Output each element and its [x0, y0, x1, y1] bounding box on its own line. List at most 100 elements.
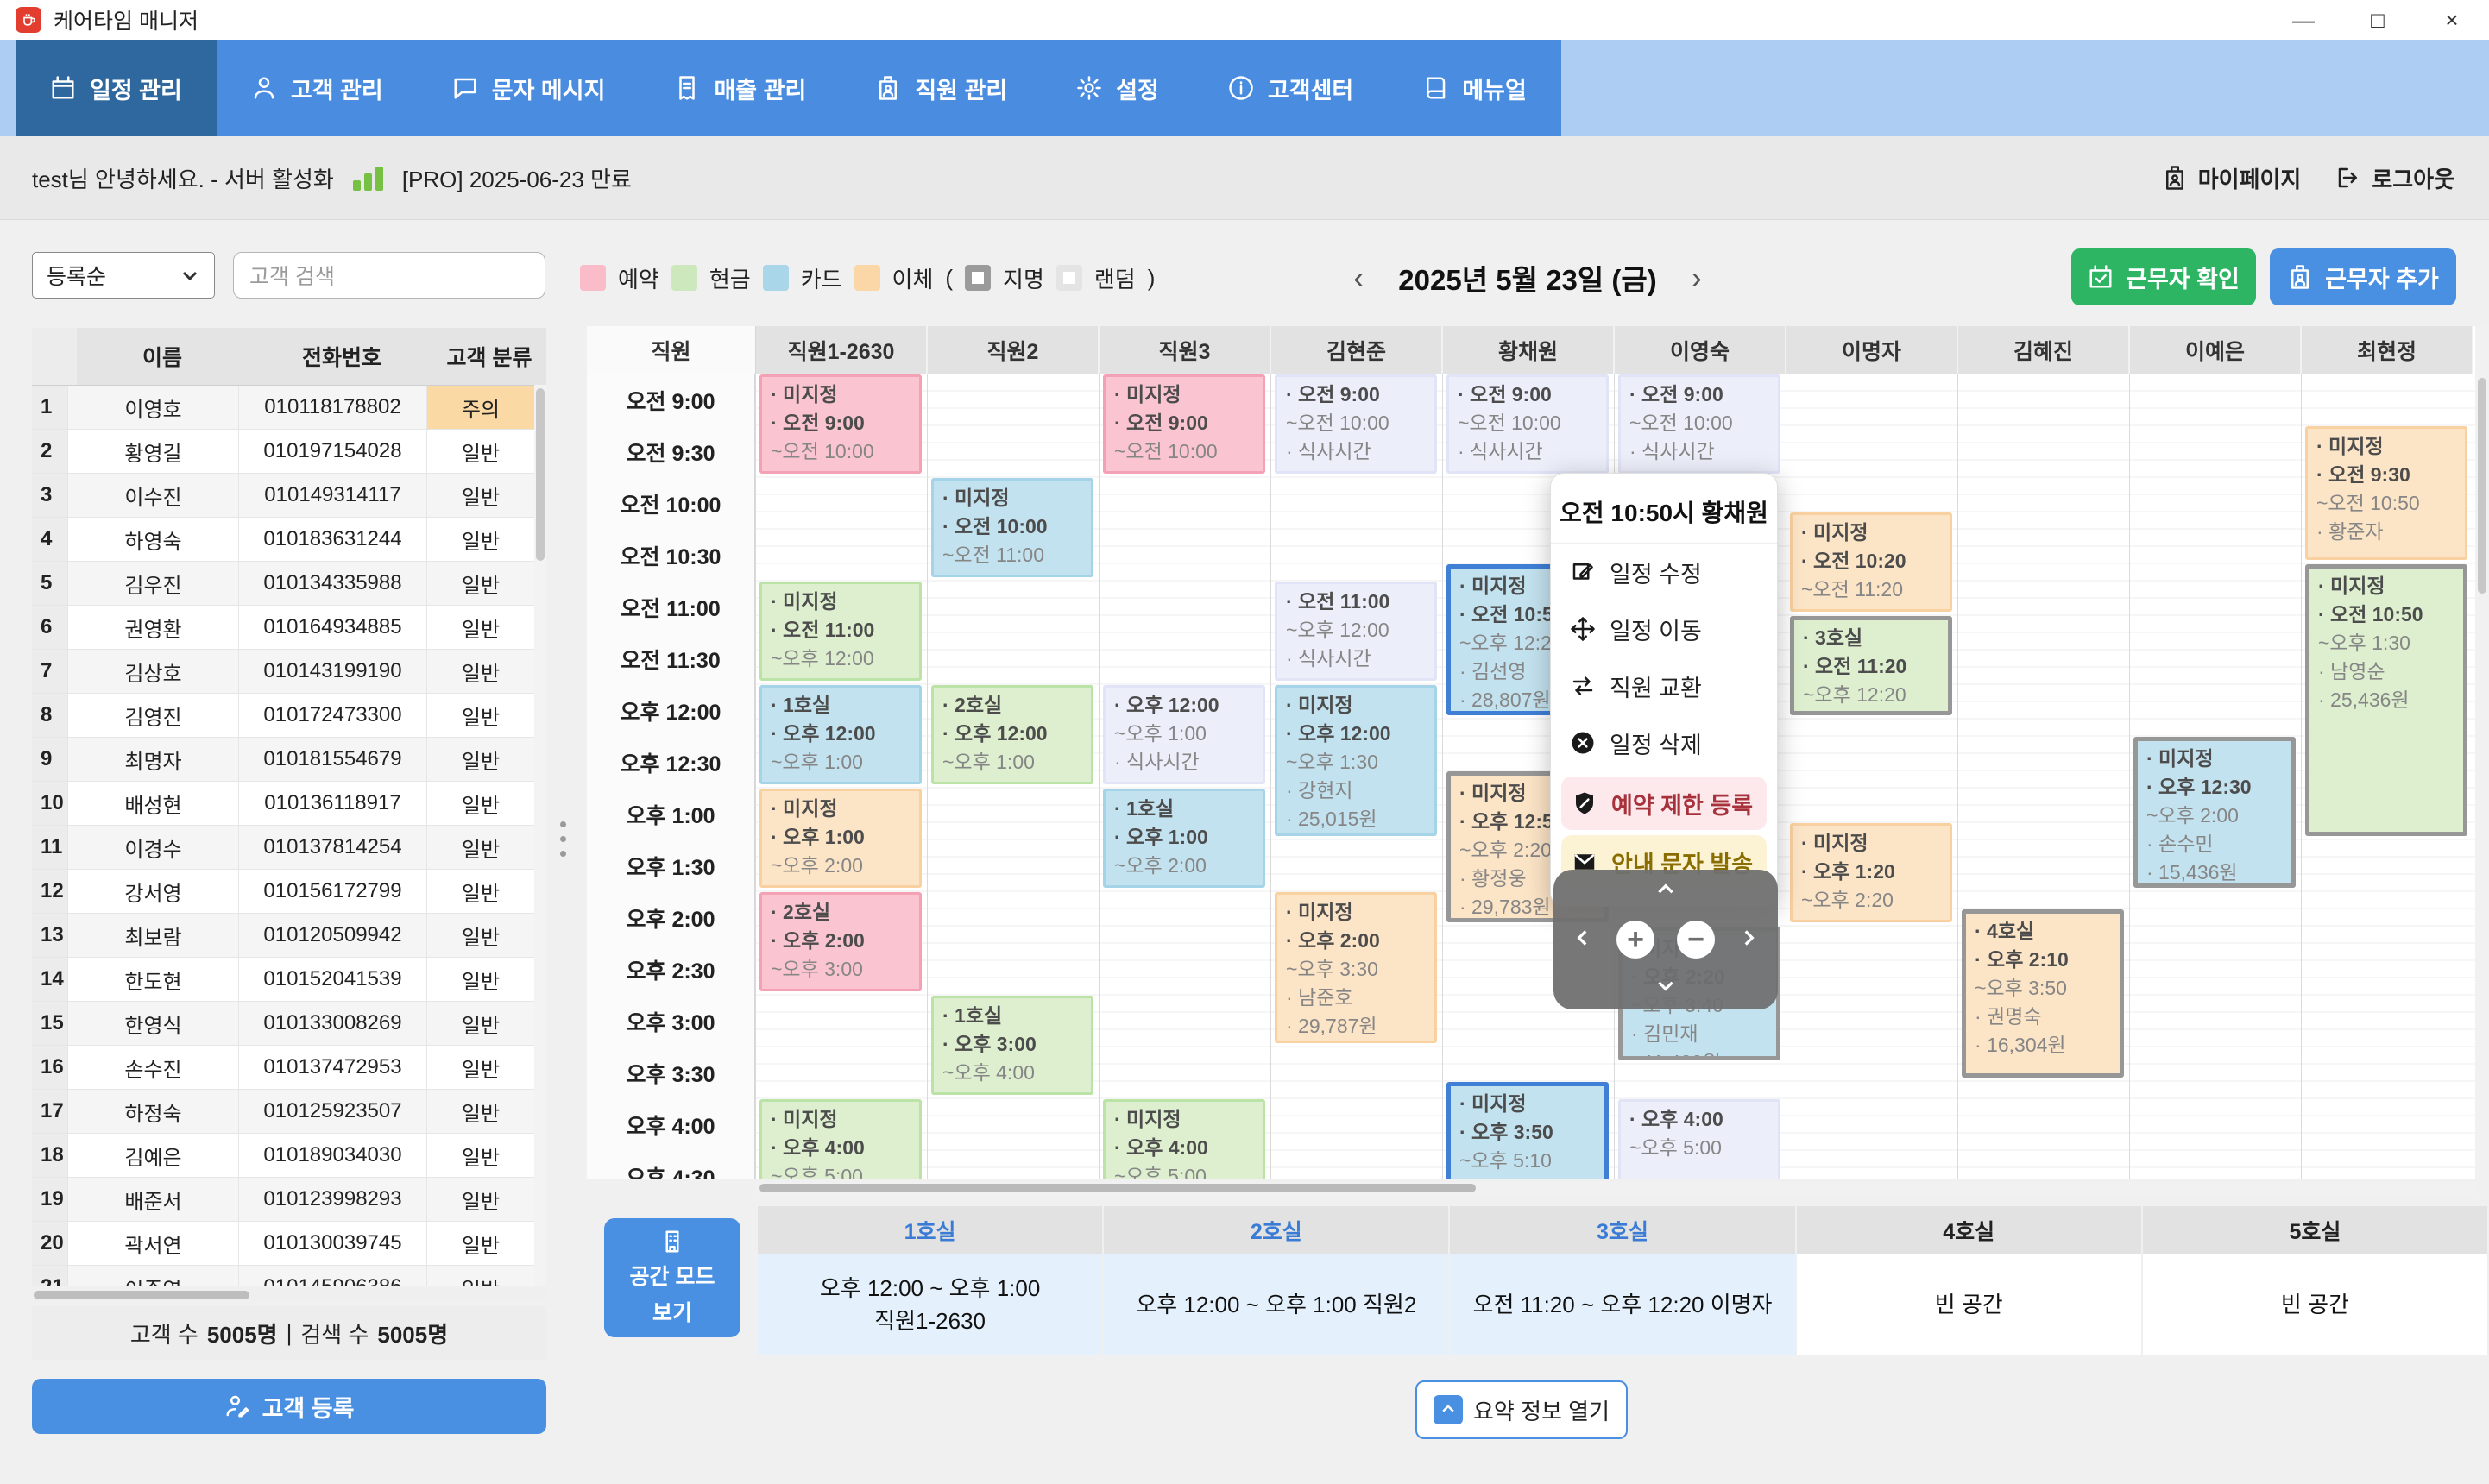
table-row[interactable]: 20곽서연010130039745일반 — [32, 1222, 546, 1266]
appointment-block[interactable]: · 1호실· 오후 1:00~오후 2:00 — [1103, 789, 1265, 888]
mypage-button[interactable]: 마이페이지 — [2162, 162, 2302, 194]
table-row[interactable]: 16손수진010137472953일반 — [32, 1046, 546, 1090]
appointment-block[interactable]: · 3호실· 오전 11:20~오후 12:20 — [1790, 616, 1952, 715]
appointment-block[interactable]: · 오후 4:00~오후 5:00 — [1618, 1099, 1780, 1179]
zoom-in-button[interactable]: + — [1616, 921, 1654, 959]
appointment-block[interactable]: · 오전 11:00~오후 12:00· 식사시간 — [1275, 582, 1437, 681]
table-row[interactable]: 15한영식010133008269일반 — [32, 1002, 546, 1046]
scroll-left-icon[interactable] — [1572, 927, 1594, 953]
staff-column-header[interactable]: 김혜진 — [1958, 326, 2130, 374]
nav-tab-설정[interactable]: 설정 — [1042, 40, 1194, 136]
scroll-down-icon[interactable] — [1654, 974, 1677, 1001]
appointment-block[interactable]: · 미지정· 오후 4:00~오후 5:00 — [1103, 1099, 1265, 1179]
appointment-block[interactable]: · 미지정· 오전 10:20~오전 11:20 — [1790, 512, 1952, 612]
zoom-out-button[interactable]: − — [1677, 921, 1715, 959]
summary-open-button[interactable]: 요약 정보 열기 — [1415, 1380, 1628, 1439]
worker-check-button[interactable]: 근무자 확인 — [2071, 248, 2256, 305]
minimize-button[interactable]: — — [2266, 0, 2341, 40]
table-row[interactable]: 2황영길010197154028일반 — [32, 430, 546, 474]
next-day-button[interactable]: › — [1692, 262, 1702, 293]
scroll-up-icon[interactable] — [1654, 878, 1677, 905]
context-menu-item-직원 교환[interactable]: 직원 교환 — [1551, 657, 1777, 714]
table-row[interactable]: 21이준영010145906386일반 — [32, 1266, 546, 1286]
table-row[interactable]: 11이경수010137814254일반 — [32, 826, 546, 870]
room-booking-cell[interactable]: 오전 11:20 ~ 오후 12:20 이명자 — [1450, 1254, 1796, 1355]
room-booking-cell[interactable]: 빈 공간 — [1797, 1254, 2143, 1355]
table-row[interactable]: 10배성현010136118917일반 — [32, 782, 546, 826]
room-header-2호실[interactable]: 2호실 — [1104, 1206, 1450, 1254]
staff-column-header[interactable]: 김현준 — [1271, 326, 1443, 374]
staff-column-header[interactable]: 직원3 — [1100, 326, 1271, 374]
appointment-block[interactable]: · 미지정· 오후 1:20~오후 2:20 — [1790, 823, 1952, 922]
staff-column-header[interactable]: 이영숙 — [1615, 326, 1786, 374]
appointment-block[interactable]: · 2호실· 오후 2:00~오후 3:00 — [759, 892, 922, 991]
appointment-block[interactable]: · 미지정· 오후 4:00~오후 5:00 — [759, 1099, 922, 1179]
room-booking-cell[interactable]: 오후 12:00 ~ 오후 1:00직원1-2630 — [758, 1254, 1104, 1355]
room-header-3호실[interactable]: 3호실 — [1450, 1206, 1796, 1254]
customer-table-vscrollbar[interactable] — [534, 385, 546, 1286]
nav-tab-일정 관리[interactable]: 일정 관리 — [16, 40, 217, 136]
table-row[interactable]: 19배준서010123998293일반 — [32, 1178, 546, 1222]
table-row[interactable]: 4하영숙010183631244일반 — [32, 518, 546, 562]
appointment-block[interactable]: · 1호실· 오후 12:00~오후 1:00 — [759, 685, 922, 784]
customer-search-input[interactable]: 고객 검색 — [233, 252, 545, 299]
table-row[interactable]: 17하정숙010125923507일반 — [32, 1090, 546, 1134]
appointment-block[interactable]: · 미지정· 오후 3:50~오후 5:10 — [1446, 1082, 1609, 1179]
customer-register-button[interactable]: 고객 등록 — [32, 1379, 546, 1434]
room-booking-cell[interactable]: 오후 12:00 ~ 오후 1:00 직원2 — [1104, 1254, 1450, 1355]
staff-column-header[interactable]: 이예은 — [2130, 326, 2302, 374]
appointment-block[interactable]: · 2호실· 오후 12:00~오후 1:00 — [931, 685, 1093, 784]
table-row[interactable]: 3이수진010149314117일반 — [32, 474, 546, 518]
room-header-1호실[interactable]: 1호실 — [758, 1206, 1104, 1254]
nav-tab-매출 관리[interactable]: 매출 관리 — [640, 40, 841, 136]
context-menu-item-일정 수정[interactable]: 일정 수정 — [1551, 544, 1777, 601]
appointment-block[interactable]: · 미지정· 오후 2:00~오후 3:30· 남준호· 29,787원 — [1275, 892, 1437, 1043]
nav-tab-직원 관리[interactable]: 직원 관리 — [841, 40, 1042, 136]
table-row[interactable]: 1이영호010118178802주의 — [32, 386, 546, 430]
context-menu-item-예약 제한 등록[interactable]: 예약 제한 등록 — [1561, 777, 1767, 830]
appointment-block[interactable]: · 미지정· 오후 12:30~오후 2:00· 손수민· 15,436원 — [2133, 737, 2296, 888]
appointment-block[interactable]: · 미지정· 오전 10:00~오전 11:00 — [931, 478, 1093, 577]
table-row[interactable]: 6권영환010164934885일반 — [32, 606, 546, 650]
nav-tab-고객 관리[interactable]: 고객 관리 — [217, 40, 418, 136]
context-menu-item-일정 삭제[interactable]: 일정 삭제 — [1551, 714, 1777, 771]
appointment-block[interactable]: · 미지정· 오전 9:00~오전 10:00 — [759, 374, 922, 474]
appointment-block[interactable]: · 미지정· 오전 9:00~오전 10:00 — [1103, 374, 1265, 474]
staff-column-header[interactable]: 황채원 — [1443, 326, 1615, 374]
worker-add-button[interactable]: 근무자 추가 — [2270, 248, 2456, 305]
nav-tab-고객센터[interactable]: 고객센터 — [1194, 40, 1388, 136]
nav-tab-메뉴얼[interactable]: 메뉴얼 — [1388, 40, 1561, 136]
table-row[interactable]: 7김상호010143199190일반 — [32, 650, 546, 694]
appointment-block[interactable]: · 오전 9:00~오전 10:00· 식사시간 — [1618, 374, 1780, 474]
appointment-block[interactable]: · 4호실· 오후 2:10~오후 3:50· 권명숙· 16,304원 — [1962, 909, 2124, 1078]
scroll-right-icon[interactable] — [1737, 927, 1760, 953]
appointment-block[interactable]: · 오후 12:00~오후 1:00· 식사시간 — [1103, 685, 1265, 784]
schedule-hscrollbar[interactable] — [755, 1182, 2477, 1194]
appointment-block[interactable]: · 1호실· 오후 3:00~오후 4:00 — [931, 996, 1093, 1095]
table-row[interactable]: 13최보람010120509942일반 — [32, 914, 546, 958]
table-row[interactable]: 18김예은010189034030일반 — [32, 1134, 546, 1178]
context-menu-item-일정 이동[interactable]: 일정 이동 — [1551, 601, 1777, 657]
logout-button[interactable]: 로그아웃 — [2335, 162, 2454, 194]
room-booking-cell[interactable]: 빈 공간 — [2143, 1254, 2489, 1355]
customer-table-hscrollbar[interactable] — [32, 1289, 546, 1301]
staff-column-header[interactable]: 이명자 — [1786, 326, 1958, 374]
space-mode-button[interactable]: 공간 모드 보기 — [604, 1218, 740, 1337]
sort-dropdown[interactable]: 등록순 — [32, 252, 215, 299]
appointment-block[interactable]: · 오전 9:00~오전 10:00· 식사시간 — [1446, 374, 1609, 474]
appointment-block[interactable]: · 미지정· 오전 11:00~오후 12:00 — [759, 582, 922, 681]
appointment-block[interactable]: · 미지정· 오후 1:00~오후 2:00 — [759, 789, 922, 888]
appointment-block[interactable]: · 미지정· 오후 12:00~오후 1:30· 강현지· 25,015원 — [1275, 685, 1437, 836]
panel-splitter-handle[interactable] — [558, 821, 568, 857]
staff-column-header[interactable]: 직원2 — [928, 326, 1100, 374]
staff-column-header[interactable]: 직원1-2630 — [756, 326, 928, 374]
table-row[interactable]: 9최명자010181554679일반 — [32, 738, 546, 782]
nav-tab-문자 메시지[interactable]: 문자 메시지 — [418, 40, 640, 136]
close-button[interactable]: × — [2415, 0, 2489, 40]
table-row[interactable]: 8김영진010172473300일반 — [32, 694, 546, 738]
table-row[interactable]: 5김우진010134335988일반 — [32, 562, 546, 606]
appointment-block[interactable]: · 오전 9:00~오전 10:00· 식사시간 — [1275, 374, 1437, 474]
prev-day-button[interactable]: ‹ — [1353, 262, 1364, 293]
table-row[interactable]: 14한도현010152041539일반 — [32, 958, 546, 1002]
appointment-block[interactable]: · 미지정· 오전 10:50~오후 1:30· 남영순· 25,436원 — [2305, 564, 2467, 836]
